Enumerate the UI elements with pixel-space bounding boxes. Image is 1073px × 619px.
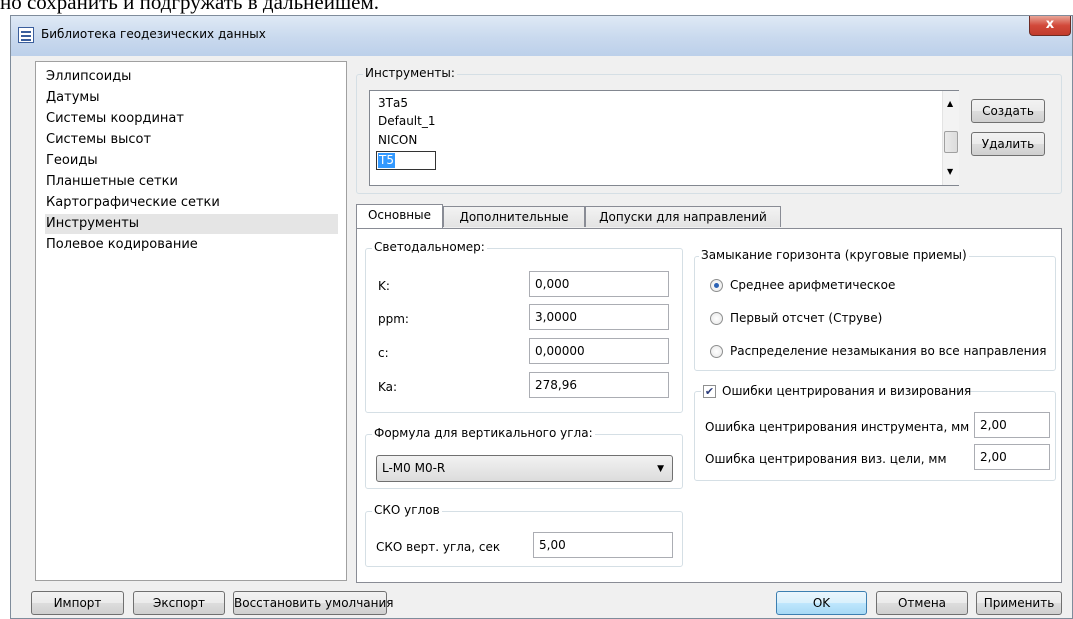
centering-errors-checkbox[interactable]: ✔ (703, 385, 716, 398)
sidebar-item-field-coding[interactable]: Полевое кодирование (45, 235, 338, 255)
instrument-centering-error-label: Ошибка центрирования инструмента, мм (705, 420, 970, 434)
geodetic-library-dialog: Библиотека геодезических данных x Эллипс… (10, 15, 1073, 619)
c-input[interactable]: 0,00000 (529, 338, 669, 364)
rangefinder-group: Светодальномер: K: 0,000 ppm: 3,0000 c: … (365, 240, 683, 413)
apply-button[interactable]: Применить (976, 591, 1062, 615)
scroll-up-icon[interactable]: ▲ (947, 99, 953, 108)
import-button[interactable]: Импорт (31, 591, 124, 615)
ok-button[interactable]: OK (776, 591, 867, 615)
create-button[interactable]: Создать (971, 99, 1045, 123)
vertical-angle-rms-label: СКО верт. угла, сек (376, 540, 501, 554)
ppm-input[interactable]: 3,0000 (529, 304, 669, 330)
tab-basic[interactable]: Основные (356, 204, 443, 229)
centering-errors-label[interactable]: Ошибки центрирования и визирования (722, 384, 971, 398)
ka-input[interactable]: 278,96 (529, 372, 669, 398)
ppm-label: ppm: (378, 312, 409, 326)
export-button[interactable]: Экспорт (133, 591, 225, 615)
sidebar-item-geoids[interactable]: Геоиды (45, 151, 338, 171)
sidebar-item-map-grids[interactable]: Картографические сетки (45, 193, 338, 213)
delete-button[interactable]: Удалить (971, 132, 1045, 156)
instruments-scrollbar[interactable]: ▲ ▼ (942, 91, 959, 185)
distribute-misclosure-radio[interactable] (710, 345, 723, 358)
instruments-group-label: Инструменты: (363, 66, 457, 80)
cancel-button[interactable]: Отмена (876, 591, 968, 615)
horizon-closure-group-label: Замыкание горизонта (круговые приемы) (699, 248, 969, 262)
title-bar: Библиотека геодезических данных x (11, 16, 1072, 56)
list-item[interactable]: 3Та5 (378, 94, 408, 112)
close-button[interactable]: x (1029, 16, 1071, 36)
category-list[interactable]: Эллипсоиды Датумы Системы координат Сист… (35, 61, 347, 581)
vertical-formula-value: L-M0 M0-R (382, 461, 446, 475)
arithmetic-mean-label[interactable]: Среднее арифметическое (730, 278, 895, 292)
vertical-angle-rms-input[interactable]: 5,00 (533, 532, 673, 558)
sidebar-item-coordinate-systems[interactable]: Системы координат (45, 109, 338, 129)
instrument-name-selection: T5 (378, 153, 395, 168)
instrument-name-editor[interactable]: T5 (376, 151, 436, 170)
instrument-centering-error-input[interactable]: 2,00 (974, 412, 1050, 438)
distribute-misclosure-label[interactable]: Распределение незамыкания во все направл… (730, 344, 1046, 358)
tab-direction-tolerances[interactable]: Допуски для направлений (585, 206, 781, 227)
sidebar-item-instruments[interactable]: Инструменты (45, 214, 338, 234)
first-reading-label[interactable]: Первый отсчет (Струве) (730, 311, 882, 325)
centering-errors-header: ✔ Ошибки центрирования и визирования (701, 383, 971, 401)
ka-label: Ka: (378, 380, 398, 394)
k-input[interactable]: 0,000 (529, 271, 669, 297)
sidebar-item-datums[interactable]: Датумы (45, 88, 338, 108)
restore-defaults-button[interactable]: Восстановить умолчания (233, 591, 394, 615)
chevron-down-icon: ▼ (657, 464, 664, 474)
arithmetic-mean-radio[interactable] (710, 279, 723, 292)
list-item[interactable]: NICON (378, 131, 417, 149)
scroll-thumb[interactable] (944, 131, 958, 153)
target-centering-error-input[interactable]: 2,00 (974, 444, 1050, 470)
centering-errors-group: ✔ Ошибки центрирования и визирования Оши… (694, 383, 1056, 481)
instruments-group: Инструменты: 3Та5 Default_1 NICON T5 ▲ ▼… (356, 66, 1062, 194)
tab-page-basic: Светодальномер: K: 0,000 ppm: 3,0000 c: … (356, 228, 1062, 583)
tab-additional[interactable]: Дополнительные (443, 206, 585, 227)
instruments-list[interactable]: 3Та5 Default_1 NICON T5 ▲ ▼ (369, 90, 959, 186)
list-item[interactable]: Default_1 (378, 112, 435, 130)
angle-rms-group-label: СКО углов (372, 503, 442, 517)
horizon-closure-group: Замыкание горизонта (круговые приемы) Ср… (694, 248, 1056, 371)
c-label: c: (378, 346, 389, 360)
vertical-formula-select[interactable]: L-M0 M0-R ▼ (376, 455, 673, 482)
sidebar-item-height-systems[interactable]: Системы высот (45, 130, 338, 150)
scroll-down-icon[interactable]: ▼ (947, 167, 953, 176)
rangefinder-group-label: Светодальномер: (372, 240, 487, 254)
app-icon (18, 27, 34, 43)
vertical-formula-group: Формула для вертикального угла: L-M0 M0-… (365, 426, 683, 489)
document-text: но сохранить и подгружать в дальнейшем. (0, 0, 379, 14)
first-reading-radio[interactable] (710, 312, 723, 325)
target-centering-error-label: Ошибка центрирования виз. цели, мм (705, 452, 947, 466)
k-label: K: (378, 279, 390, 293)
vertical-formula-group-label: Формула для вертикального угла: (372, 426, 595, 440)
sidebar-item-ellipsoids[interactable]: Эллипсоиды (45, 67, 338, 87)
angle-rms-group: СКО углов СКО верт. угла, сек 5,00 (365, 503, 683, 567)
sidebar-item-tablet-grids[interactable]: Планшетные сетки (45, 172, 338, 192)
window-title: Библиотека геодезических данных (41, 27, 266, 41)
